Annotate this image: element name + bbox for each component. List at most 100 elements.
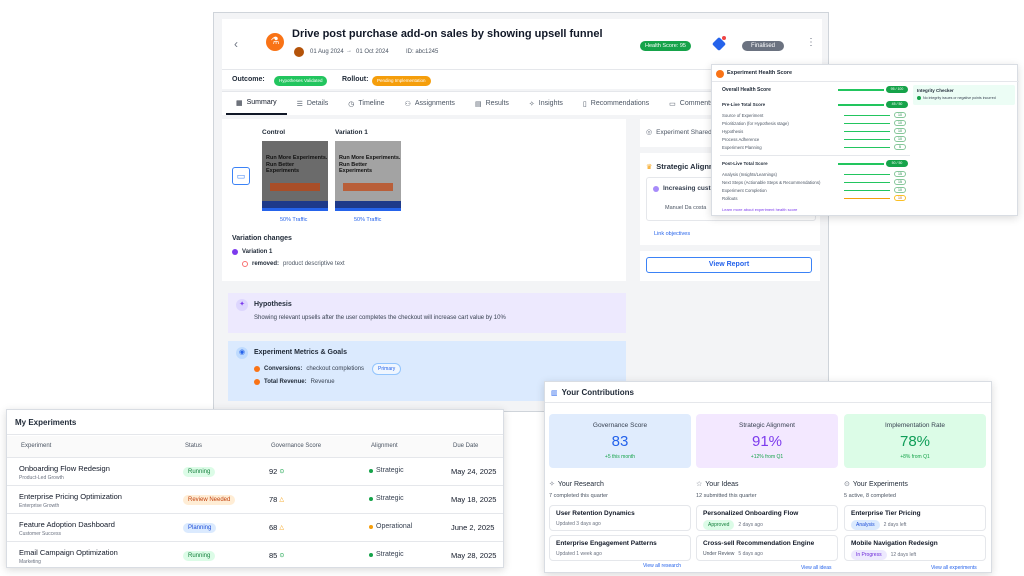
view-report-button[interactable]: View Report [646,257,812,273]
experiment-id: ID: abc1245 [406,49,439,55]
back-chevron-icon[interactable]: ‹ [234,37,238,51]
metrics-title: Experiment Metrics & Goals [254,349,347,356]
list-item[interactable]: Cross-sell Recommendation Engine Under R… [696,535,838,561]
control-thumb-text-2: Run Better Experiments [266,162,300,174]
prelive-item: Source of Experiment 10 [722,111,922,119]
kpi-governance: Governance Score 83 +5 this month [549,414,691,468]
start-date: 01 Aug 2024 [310,49,344,55]
postlive-item: Experiment Completion 10 [722,186,922,194]
tab-timeline[interactable]: ◷ Timeline [338,93,394,115]
comment-icon: ▭ [669,100,676,108]
status-badge: Running [183,467,216,477]
table-row[interactable]: Email Campaign Optimization Marketing Ru… [7,541,503,569]
rollout-label: Rollout: [342,76,369,83]
overall-score-label: Overall Health Score [722,87,771,93]
control-traffic: 50% Traffic [280,217,308,223]
hypothesis-text: Showing relevant upsells after the user … [254,315,506,321]
end-date: 01 Oct 2024 [356,49,389,55]
health-score-popup: Experiment Health Score Overall Health S… [711,64,1019,216]
warning-icon: △ [279,497,284,503]
trophy-icon: ♛ [646,163,653,171]
learn-more-link[interactable]: Learn more about experiment health score [722,207,797,212]
list-item[interactable]: User Retention Dynamics Updated 3 days a… [549,505,691,531]
check-circle-icon: ⊙ [279,553,285,559]
review-badge: Under Review [703,551,735,557]
prelive-item: Hypothesis 10 [722,127,922,135]
doc-icon: ▯ [582,100,587,108]
in-progress-badge: In Progress [851,550,887,560]
table-row[interactable]: Onboarding Flow Redesign Product-Led Gro… [7,457,503,485]
table-row[interactable]: Enterprise Pricing Optimization Enterpri… [7,485,503,513]
tab-details[interactable]: ☰ Details [287,93,339,115]
postlive-value: 50 / 50 [886,160,908,167]
col-status: Status [185,443,203,449]
table-row[interactable]: Feature Adoption Dashboard Customer Succ… [7,513,503,541]
bulb-icon: ✧ [528,100,535,108]
tab-assignments[interactable]: ⚇ Assignments [395,93,465,115]
prelive-item: Prioritization (for Hypothesis stage) 10 [722,119,922,127]
col-alignment: Alignment [371,443,398,449]
page-title: Drive post purchase add-on sales by show… [292,28,603,40]
alignment-dot-icon [369,524,373,529]
outcome-label: Outcome: [232,76,265,83]
list-item[interactable]: Mobile Navigation Redesign In Progress 1… [844,535,986,561]
col-experiment: Experiment [21,443,52,449]
variation-thumb-text-1: Run More Experiments. [339,155,401,161]
contributions-panel: ▥ Your Contributions Governance Score 83… [544,381,992,573]
analysis-badge: Analysis [851,520,880,530]
status-badge: Planning [183,523,217,533]
tab-insights[interactable]: ✧ Insights [519,93,573,115]
variation-traffic: 50% Traffic [354,217,382,223]
flask-icon: ⚗ [266,33,284,51]
tab-summary[interactable]: ▦ Summary [226,93,287,115]
hypothesis-panel: ✦ Hypothesis Showing relevant upsells af… [228,293,626,333]
variation-changes-title: Variation changes [232,235,292,242]
status-badge: Finalised [742,41,785,51]
table-header: Experiment Status Governance Score Align… [7,436,503,458]
check-circle-icon [917,96,921,100]
experiments-sub: 5 active, 8 completed [844,493,896,499]
variation-change-item: Variation 1 [232,249,272,255]
variation-thumbnail[interactable]: Run More Experiments. Run Better Experim… [335,141,401,211]
list-item[interactable]: Enterprise Engagement Patterns Updated 1… [549,535,691,561]
prelive-item: Process Adherence 10 [722,135,922,143]
ideas-title: Your Ideas [705,480,739,488]
view-report-panel: View Report [640,251,820,281]
desktop-icon[interactable]: ▭ [232,167,250,185]
list-item[interactable]: Enterprise Tier Pricing Analysis 2 days … [844,505,986,531]
postlive-list: Analysis (Insights/Learnings) 15 Next Ste… [722,170,922,202]
research-icon: ✧ [549,481,555,488]
tab-results[interactable]: ▤ Results [465,93,519,115]
avatar [294,47,304,57]
view-all-experiments-link[interactable]: View all experiments [931,565,977,571]
view-all-research-link[interactable]: View all research [643,563,681,569]
col-governance: Governance Score [271,443,322,449]
tab-recommendations[interactable]: ▯ Recommendations [573,93,659,115]
more-menu-icon[interactable]: ⋮ [806,37,816,48]
view-all-ideas-link[interactable]: View all ideas [801,565,831,571]
removed-circle-icon [242,261,248,267]
alignment-dot-icon [369,468,373,473]
check-circle-icon: ⊙ [844,481,850,488]
control-label: Control [262,129,286,136]
variation-label: Variation 1 [335,129,368,136]
share-icon: ◎ [646,129,653,136]
postlive-item: Analysis (Insights/Learnings) 15 [722,170,922,178]
control-thumbnail[interactable]: Run More Experiments. Run Better Experim… [262,141,328,211]
integrity-checker: Integrity Checker No integrity issues or… [913,85,1015,105]
list-icon: ☰ [296,100,303,108]
integrity-text: No integrity issues or negative points i… [923,96,996,100]
research-title: Your Research [557,480,604,488]
objective-dot-icon [653,185,659,192]
bulb-icon: ✦ [236,299,248,311]
rollout-badge: Pending Implementation [372,76,431,86]
health-score-badge[interactable]: Health Score: 95 [640,41,691,51]
status-badge: Running [183,551,216,561]
bar-chart-icon: ▥ [551,389,558,397]
check-circle-icon: ⊙ [279,469,285,475]
status-badge: Review Needed [183,495,236,505]
variation-thumb-text-2: Run Better Experiments [339,162,373,174]
outcome-badge: Hypotheses Validated [274,76,328,86]
list-item[interactable]: Personalized Onboarding Flow Approved 2 … [696,505,838,531]
link-objectives-link[interactable]: Link objectives [654,231,690,237]
